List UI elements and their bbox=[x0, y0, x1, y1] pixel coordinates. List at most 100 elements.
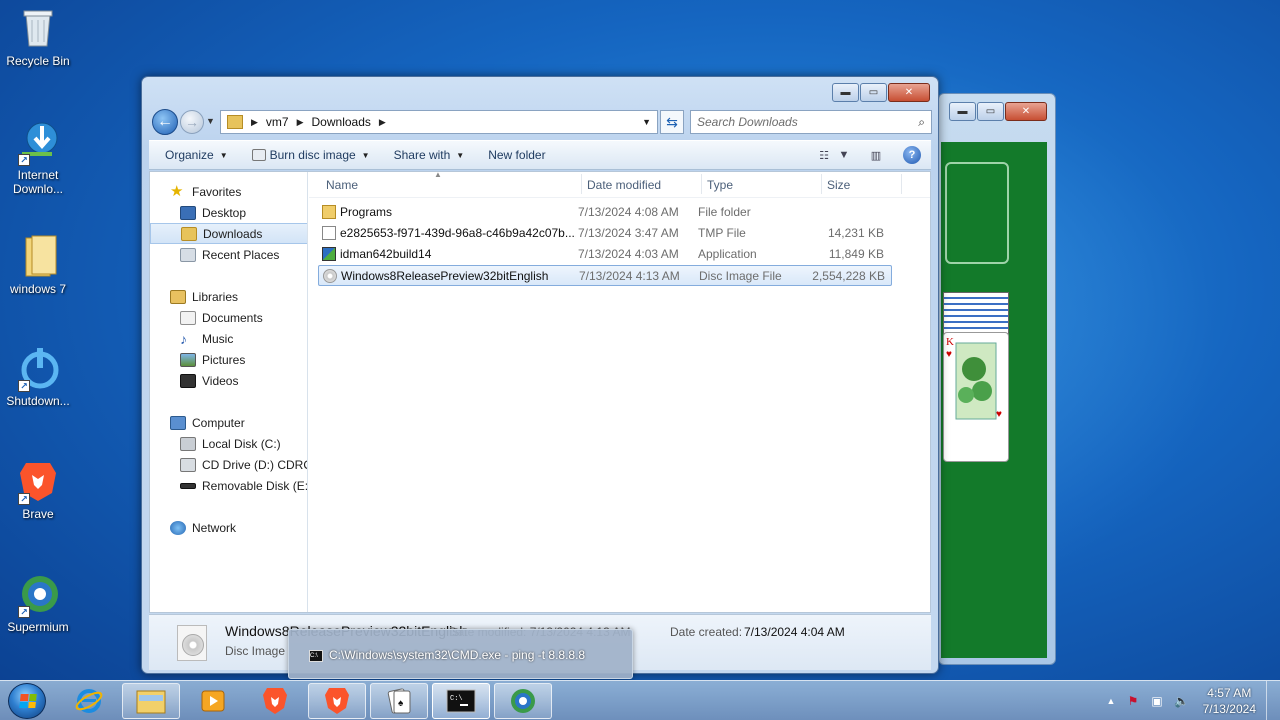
taskbar-solitaire[interactable]: ♠ bbox=[370, 683, 428, 719]
nav-documents[interactable]: Documents bbox=[150, 307, 307, 328]
breadcrumb-downloads[interactable]: Downloads bbox=[312, 115, 371, 129]
nav-libraries[interactable]: Libraries bbox=[150, 286, 307, 307]
refresh-button[interactable]: ⇆ bbox=[660, 110, 684, 134]
search-input[interactable]: Search Downloads ⌕ bbox=[690, 110, 932, 134]
new-folder-label: New folder bbox=[488, 148, 546, 162]
forward-button[interactable]: → bbox=[180, 110, 204, 134]
file-name: Windows8ReleasePreview32bitEnglish bbox=[341, 269, 549, 283]
column-separator[interactable] bbox=[581, 174, 582, 194]
file-row-tmp[interactable]: e2825653-f971-439d-96a8-c46b9a42c07b....… bbox=[318, 223, 892, 244]
column-separator[interactable] bbox=[821, 174, 822, 194]
file-row-idman[interactable]: idman642build14 7/13/2024 4:03 AM Applic… bbox=[318, 244, 892, 265]
taskbar-cmd[interactable]: C:\ bbox=[432, 683, 490, 719]
back-button[interactable]: ← bbox=[152, 109, 178, 135]
taskbar-brave[interactable] bbox=[246, 683, 304, 719]
desktop-icon-windows7-folder[interactable]: windows 7 bbox=[2, 234, 74, 296]
burn-disc-icon bbox=[251, 149, 266, 161]
maximize-button[interactable]: ▭ bbox=[860, 83, 887, 102]
taskbar-media-player[interactable] bbox=[184, 683, 242, 719]
view-dropdown[interactable]: ▼ bbox=[835, 148, 853, 162]
help-icon: ? bbox=[908, 149, 916, 161]
start-button[interactable] bbox=[8, 683, 46, 719]
recent-pages-dropdown[interactable]: ▼ bbox=[206, 116, 215, 126]
taskbar-brave-window[interactable] bbox=[308, 683, 366, 719]
taskbar-supermium[interactable] bbox=[494, 683, 552, 719]
taskbar-windows-explorer[interactable] bbox=[122, 683, 180, 719]
nav-removable-disk[interactable]: Removable Disk (E:) bbox=[150, 475, 307, 496]
nav-music[interactable]: ♪ Music bbox=[150, 328, 307, 349]
breadcrumb-arrow-icon[interactable]: ▶ bbox=[297, 117, 304, 128]
column-name[interactable]: Name bbox=[326, 178, 358, 192]
column-type[interactable]: Type bbox=[707, 178, 733, 192]
taskbar-internet-explorer[interactable] bbox=[60, 683, 118, 719]
desktop-icon-supermium[interactable]: ↗ Supermium bbox=[2, 572, 74, 634]
nav-cd-drive[interactable]: CD Drive (D:) CDROM bbox=[150, 454, 307, 475]
svg-text:♠: ♠ bbox=[398, 698, 404, 709]
change-view-button[interactable]: ☷ bbox=[815, 148, 833, 162]
nav-label: Network bbox=[192, 520, 237, 535]
solitaire-felt[interactable]: K ♥ ♥ bbox=[941, 142, 1047, 658]
address-dropdown-icon[interactable]: ▼ bbox=[642, 117, 651, 127]
clock[interactable]: 4:57 AM 7/13/2024 bbox=[1203, 685, 1256, 717]
nav-downloads[interactable]: Downloads bbox=[150, 223, 307, 244]
card-slot[interactable] bbox=[945, 162, 1009, 264]
desktop-icon-brave[interactable]: ↗ Brave bbox=[2, 459, 74, 521]
help-button[interactable]: ? bbox=[903, 146, 921, 164]
file-list[interactable]: ▲ Name Date modified Type Size Programs … bbox=[309, 170, 930, 612]
explorer-window[interactable]: ▬ ▭ ✕ ← → ▼ ▶ vm7 ▶ Downloads ▶ ▼ ⇆ Sear… bbox=[141, 76, 939, 674]
close-button[interactable]: ✕ bbox=[1005, 102, 1047, 121]
nav-local-disk[interactable]: Local Disk (C:) bbox=[150, 433, 307, 454]
sort-up-icon: ▲ bbox=[434, 170, 442, 179]
king-of-hearts-card[interactable]: K ♥ ♥ bbox=[943, 332, 1009, 462]
minimize-button[interactable]: ▬ bbox=[949, 102, 976, 121]
nav-computer[interactable]: Computer bbox=[150, 412, 307, 433]
nav-network[interactable]: Network bbox=[150, 517, 307, 538]
show-desktop-button[interactable] bbox=[1266, 681, 1280, 720]
action-center-icon[interactable]: ⚑ bbox=[1126, 694, 1140, 708]
nav-label: Computer bbox=[192, 415, 245, 430]
file-row-windows8-iso[interactable]: Windows8ReleasePreview32bitEnglish 7/13/… bbox=[318, 265, 892, 286]
column-separator[interactable] bbox=[901, 174, 902, 194]
search-icon[interactable]: ⌕ bbox=[918, 115, 925, 130]
shortcut-arrow-icon: ↗ bbox=[18, 380, 30, 392]
navigation-pane[interactable]: ★ Favorites Desktop Downloads Recent Plac… bbox=[150, 172, 308, 612]
brave-icon bbox=[325, 688, 349, 714]
taskbar-thumbnail-tooltip[interactable]: C:\ C:\Windows\system32\CMD.exe - ping -… bbox=[288, 629, 633, 679]
card-stack[interactable] bbox=[943, 292, 1009, 334]
share-with-button[interactable]: Share with ▼ bbox=[386, 141, 473, 169]
column-date-modified[interactable]: Date modified bbox=[587, 178, 661, 192]
network-status-icon[interactable]: ▣ bbox=[1150, 694, 1164, 708]
nav-videos[interactable]: Videos bbox=[150, 370, 307, 391]
address-bar[interactable]: ▶ vm7 ▶ Downloads ▶ ▼ bbox=[220, 110, 658, 134]
column-size[interactable]: Size bbox=[827, 178, 850, 192]
close-button[interactable]: ✕ bbox=[888, 83, 930, 102]
breadcrumb-vm7[interactable]: vm7 bbox=[266, 115, 289, 129]
volume-muted-icon[interactable]: 🔈 bbox=[1174, 694, 1189, 708]
nav-desktop[interactable]: Desktop bbox=[150, 202, 307, 223]
nav-pictures[interactable]: Pictures bbox=[150, 349, 307, 370]
file-row-programs[interactable]: Programs 7/13/2024 4:08 AM File folder bbox=[318, 202, 892, 223]
hard-disk-icon bbox=[180, 436, 196, 451]
breadcrumb-arrow-icon[interactable]: ▶ bbox=[251, 117, 258, 128]
minimize-button[interactable]: ▬ bbox=[832, 83, 859, 102]
breadcrumb-arrow-icon[interactable]: ▶ bbox=[379, 117, 386, 128]
nav-recent-places[interactable]: Recent Places bbox=[150, 244, 307, 265]
preview-pane-button[interactable]: ▥ bbox=[867, 148, 885, 162]
desktop-icon-shutdown[interactable]: ↗ Shutdown... bbox=[2, 346, 74, 408]
new-folder-button[interactable]: New folder bbox=[480, 141, 553, 169]
desktop-icon-recycle-bin[interactable]: Recycle Bin bbox=[2, 6, 74, 68]
recent-places-icon bbox=[180, 247, 196, 262]
nav-label: Music bbox=[202, 331, 234, 346]
burn-disc-image-button[interactable]: Burn disc image ▼ bbox=[244, 141, 378, 169]
notification-area: ▲ ⚑ ▣ 🔈 4:57 AM 7/13/2024 bbox=[1100, 681, 1280, 720]
nav-favorites[interactable]: ★ Favorites bbox=[150, 181, 307, 202]
organize-button[interactable]: Organize ▼ bbox=[157, 141, 236, 169]
file-type: Disc Image File bbox=[699, 269, 782, 283]
chevron-down-icon: ▼ bbox=[456, 150, 465, 160]
shortcut-arrow-icon: ↗ bbox=[18, 493, 30, 505]
maximize-button[interactable]: ▭ bbox=[977, 102, 1004, 121]
column-separator[interactable] bbox=[701, 174, 702, 194]
solitaire-window[interactable]: ▬ ▭ ✕ K ♥ ♥ bbox=[938, 93, 1056, 665]
desktop-icon-idm[interactable]: ↗ Internet Downlo... bbox=[2, 120, 74, 196]
show-hidden-icons-button[interactable]: ▲ bbox=[1104, 694, 1118, 708]
